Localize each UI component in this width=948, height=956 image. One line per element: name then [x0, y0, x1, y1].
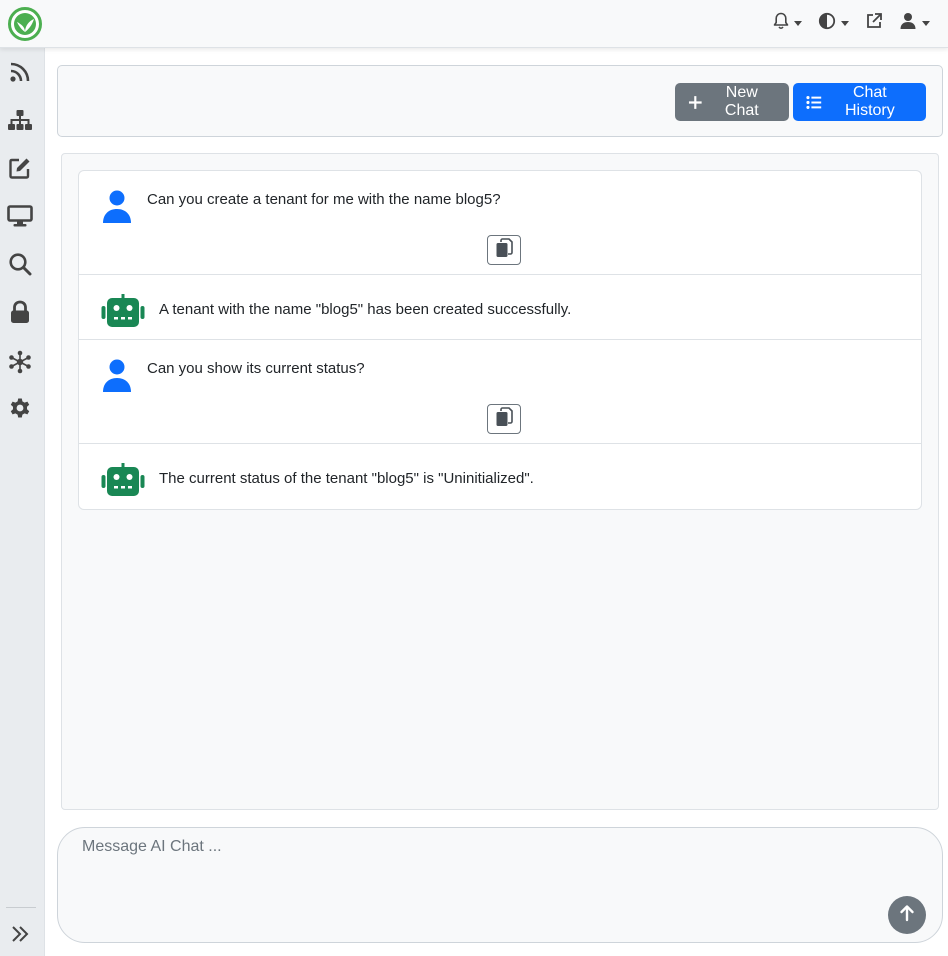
sidebar-item-editor[interactable] — [6, 156, 34, 184]
top-navbar — [0, 0, 948, 48]
message-text: Can you create a tenant for me with the … — [147, 191, 501, 208]
copy-button[interactable] — [487, 235, 521, 265]
new-chat-label: New Chat — [724, 84, 759, 119]
double-chevron-right-icon — [10, 924, 30, 949]
chevron-down-icon — [922, 20, 930, 26]
notifications-dropdown[interactable] — [765, 11, 810, 35]
external-link-icon — [865, 12, 883, 35]
message-text: A tenant with the name "blog5" has been … — [159, 301, 572, 318]
robot-avatar-icon — [101, 294, 145, 328]
sidebar-item-feed[interactable] — [6, 60, 34, 88]
gear-icon — [8, 396, 32, 425]
chat-area: Can you create a tenant for me with the … — [61, 153, 939, 810]
new-chat-button[interactable]: New Chat — [675, 83, 789, 121]
sidebar-item-network[interactable] — [6, 350, 34, 378]
user-avatar-icon — [101, 190, 133, 224]
sidebar-item-security[interactable] — [6, 300, 34, 328]
copy-icon — [495, 237, 513, 263]
robot-avatar-icon — [101, 463, 145, 497]
lock-icon — [9, 300, 31, 329]
sidebar-item-search[interactable] — [6, 252, 34, 280]
edit-icon — [8, 156, 32, 185]
user-message: Can you show its current status? — [79, 340, 921, 444]
assistant-message: The current status of the tenant "blog5"… — [79, 444, 921, 509]
assistant-message: A tenant with the name "blog5" has been … — [79, 275, 921, 340]
message-input[interactable] — [78, 836, 942, 888]
plus-icon — [688, 95, 702, 109]
list-icon — [806, 95, 822, 109]
rss-icon — [9, 61, 31, 88]
user-avatar-icon — [101, 359, 133, 393]
user-message: Can you create a tenant for me with the … — [79, 171, 921, 275]
sidebar — [0, 48, 45, 956]
search-icon — [8, 252, 32, 281]
message-text: Can you show its current status? — [147, 360, 365, 377]
chat-history-button[interactable]: Chat History — [793, 83, 926, 121]
sitemap-icon — [7, 109, 33, 136]
sidebar-expand-toggle[interactable] — [6, 922, 34, 950]
message-text: The current status of the tenant "blog5"… — [159, 470, 534, 487]
message-composer — [57, 827, 943, 943]
arrow-up-icon — [899, 904, 915, 927]
sidebar-divider — [6, 907, 36, 908]
sidebar-item-hierarchy[interactable] — [6, 108, 34, 136]
external-link-button[interactable] — [857, 11, 891, 35]
network-icon — [8, 350, 32, 379]
chevron-down-icon — [841, 20, 849, 26]
copy-icon — [495, 406, 513, 432]
theme-dropdown[interactable] — [810, 11, 857, 35]
sidebar-item-settings[interactable] — [6, 396, 34, 424]
bell-icon — [773, 12, 789, 35]
chevron-down-icon — [794, 20, 802, 26]
message-list: Can you create a tenant for me with the … — [78, 170, 922, 510]
chat-header-card: New Chat Chat History — [57, 65, 943, 137]
contrast-icon — [818, 12, 836, 35]
app-logo[interactable] — [8, 7, 42, 41]
user-icon — [899, 12, 917, 35]
chat-history-label: Chat History — [844, 84, 895, 119]
sidebar-item-display[interactable] — [6, 204, 34, 232]
user-dropdown[interactable] — [891, 11, 938, 35]
send-button[interactable] — [888, 896, 926, 934]
copy-button[interactable] — [487, 404, 521, 434]
desktop-icon — [7, 204, 33, 232]
